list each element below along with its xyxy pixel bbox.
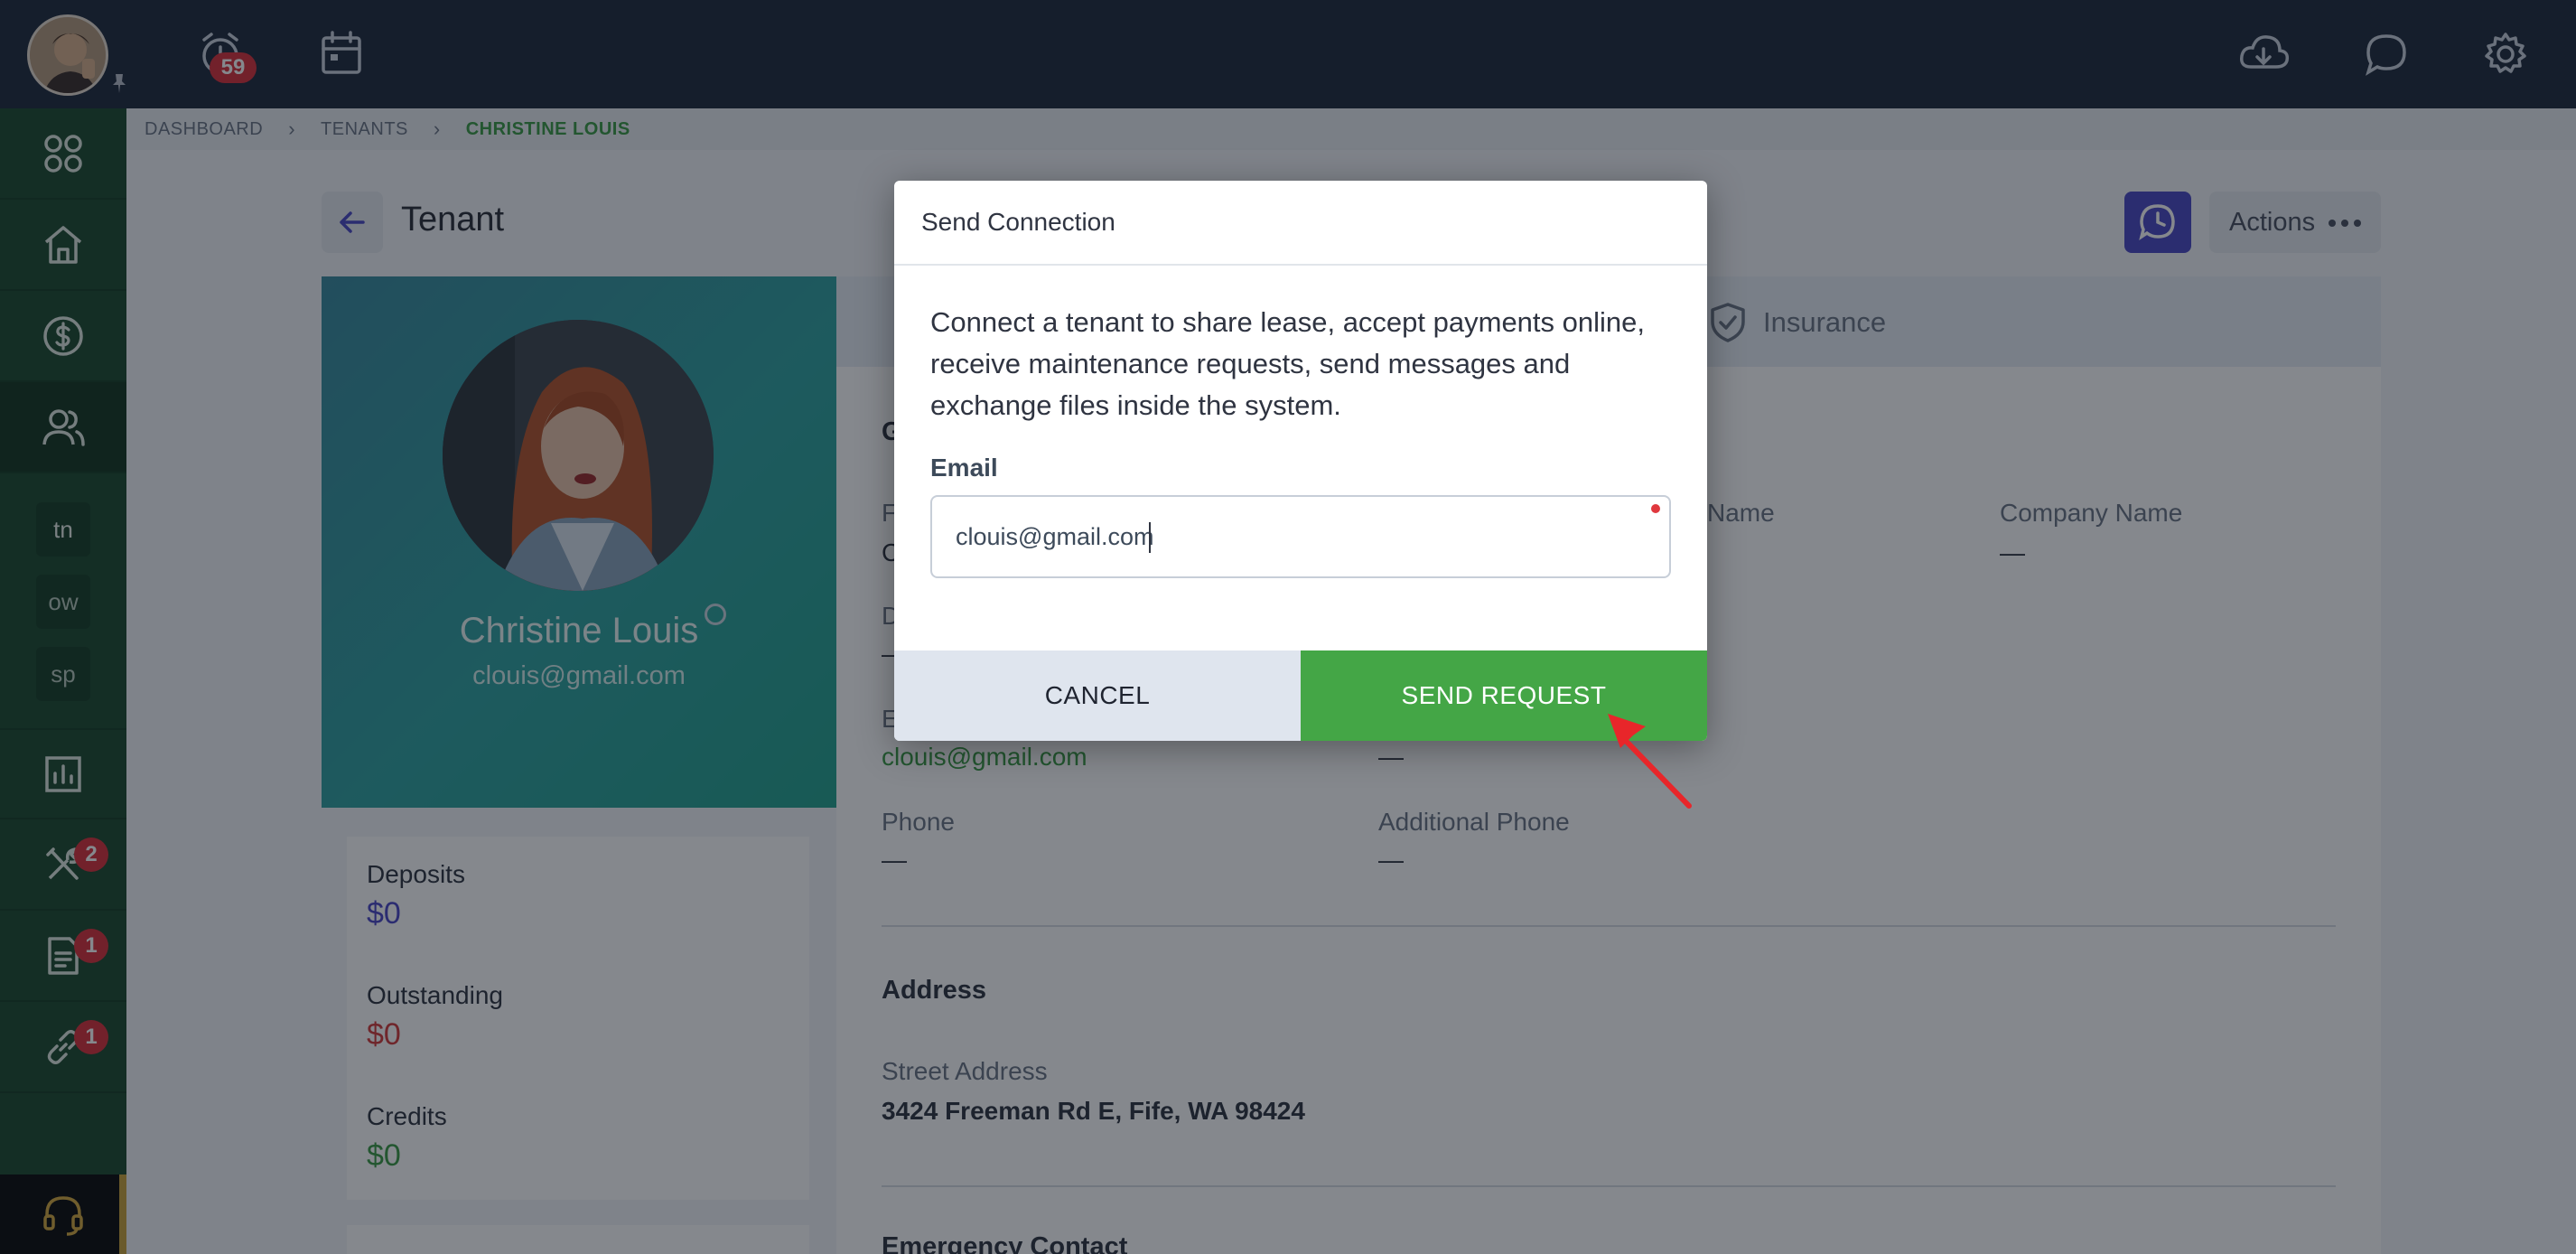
send-connection-dialog: Send Connection Connect a tenant to shar… xyxy=(894,181,1707,741)
email-field[interactable] xyxy=(930,495,1671,578)
required-indicator xyxy=(1651,504,1660,513)
email-field-label: Email xyxy=(930,454,998,482)
pointer-arrow-icon xyxy=(1608,714,1692,809)
dialog-title: Send Connection xyxy=(894,181,1707,266)
cancel-button[interactable]: CANCEL xyxy=(894,650,1301,741)
dialog-description: Connect a tenant to share lease, accept … xyxy=(930,306,1645,421)
text-caret xyxy=(1149,522,1151,553)
